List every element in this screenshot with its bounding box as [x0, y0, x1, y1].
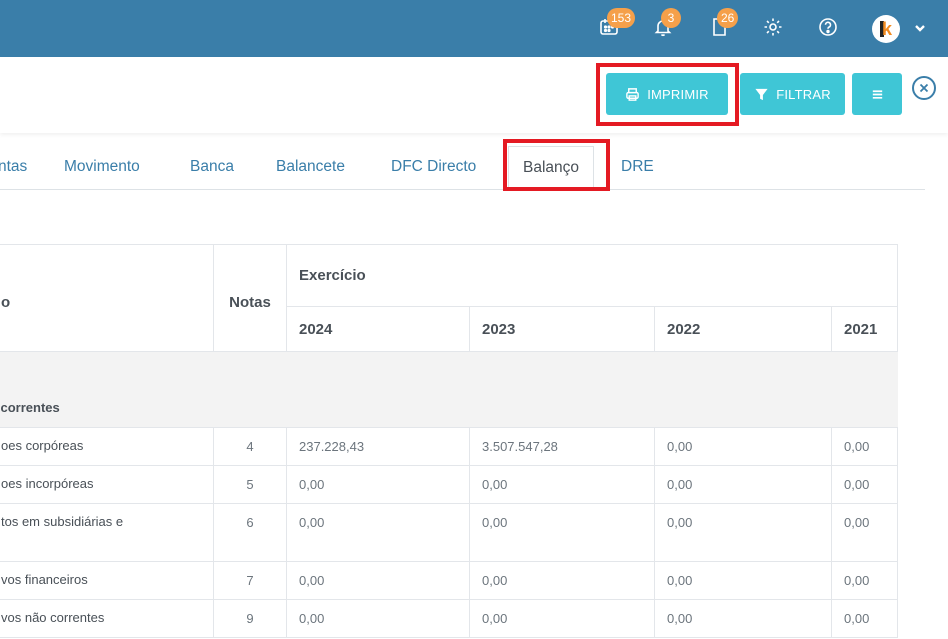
menu-button[interactable]	[852, 73, 902, 115]
user-avatar[interactable]: k	[872, 15, 900, 43]
row-value: 0,00	[654, 561, 832, 600]
row-value: 0,00	[286, 503, 470, 562]
user-menu-toggle[interactable]	[912, 20, 928, 36]
row-value: 0,00	[830, 599, 899, 638]
chevron-down-icon	[915, 25, 925, 32]
avatar-logo: k	[881, 18, 892, 39]
row-value: 0,00	[469, 599, 655, 638]
documents-badge: 26	[717, 8, 739, 28]
row-value: 0,00	[286, 561, 470, 600]
tab-balancete[interactable]: Balancete	[276, 158, 345, 176]
table-header-row: o Notas Exercício	[0, 244, 899, 352]
row-value: 0,00	[469, 503, 655, 562]
row-value: 0,00	[830, 427, 899, 466]
balance-sheet-table: o Notas Exercício 2024 2023 2022 2021 co…	[0, 244, 899, 638]
tab-dre[interactable]: DRE	[621, 158, 654, 176]
row-value: 0,00	[830, 465, 899, 504]
row-value: 0,00	[469, 465, 655, 504]
row-value: 0,00	[286, 465, 470, 504]
filter-button[interactable]: FILTRAR	[740, 73, 845, 115]
help-icon	[819, 18, 837, 36]
year-header: 2022	[654, 306, 832, 352]
row-label: vos financeiros	[0, 561, 214, 600]
row-nota: 9	[213, 599, 287, 638]
calendar-button[interactable]: 153	[596, 8, 636, 40]
help-button[interactable]	[815, 14, 841, 40]
hamburger-icon	[872, 89, 882, 99]
row-value: 0,00	[469, 561, 655, 600]
report-tabs: ntas Movimento Banca Balancete DFC Direc…	[0, 146, 925, 190]
calendar-badge: 153	[607, 8, 636, 28]
col-notes-header: Notas	[213, 244, 287, 352]
row-value: 237.228,43	[286, 427, 470, 466]
table-row: tos em subsidiárias e 6 0,00 0,00 0,00 0…	[0, 503, 899, 562]
row-value: 0,00	[830, 503, 899, 562]
row-nota: 6	[213, 503, 287, 562]
row-value: 0,00	[654, 599, 832, 638]
row-label: oes corpóreas	[0, 427, 214, 466]
table-row: vos não correntes 9 0,00 0,00 0,00 0,00	[0, 599, 899, 638]
col-description-header: o	[0, 244, 214, 352]
close-icon	[919, 83, 929, 93]
row-value: 0,00	[654, 503, 832, 562]
print-highlight-box	[596, 63, 739, 126]
filter-icon	[755, 88, 768, 100]
row-value: 3.507.547,28	[469, 427, 655, 466]
gear-icon	[764, 18, 782, 36]
group-label: correntes	[0, 351, 898, 428]
table-row: oes incorpóreas 5 0,00 0,00 0,00 0,00	[0, 465, 899, 504]
year-header: 2023	[469, 306, 655, 352]
row-value: 0,00	[286, 599, 470, 638]
row-nota: 5	[213, 465, 287, 504]
tab-contas[interactable]: ntas	[0, 158, 27, 176]
table-group-row: correntes	[0, 351, 898, 428]
row-value: 0,00	[654, 465, 832, 504]
year-header: 2021	[830, 306, 899, 352]
close-button[interactable]	[912, 76, 936, 100]
balanco-highlight-box	[503, 139, 610, 191]
settings-button[interactable]	[760, 14, 786, 40]
tab-movimento[interactable]: Movimento	[64, 158, 140, 176]
notifications-button[interactable]: 3	[650, 8, 681, 40]
row-nota: 4	[213, 427, 287, 466]
notifications-badge: 3	[661, 8, 681, 28]
col-exercise-header: Exercício	[285, 244, 899, 307]
tab-dfc-directo[interactable]: DFC Directo	[391, 158, 476, 176]
row-value: 0,00	[830, 561, 899, 600]
row-value: 0,00	[654, 427, 832, 466]
top-navbar: 153 3 26 k	[0, 0, 948, 57]
row-nota: 7	[213, 561, 287, 600]
row-label: vos não correntes	[0, 599, 214, 638]
tab-banca[interactable]: Banca	[190, 158, 234, 176]
filter-button-label: FILTRAR	[776, 86, 831, 102]
year-header: 2024	[286, 306, 470, 352]
row-label: tos em subsidiárias e	[0, 503, 214, 562]
row-label: oes incorpóreas	[0, 465, 214, 504]
table-row: vos financeiros 7 0,00 0,00 0,00 0,00	[0, 561, 899, 600]
table-row: oes corpóreas 4 237.228,43 3.507.547,28 …	[0, 427, 899, 466]
documents-button[interactable]: 26	[706, 8, 739, 40]
